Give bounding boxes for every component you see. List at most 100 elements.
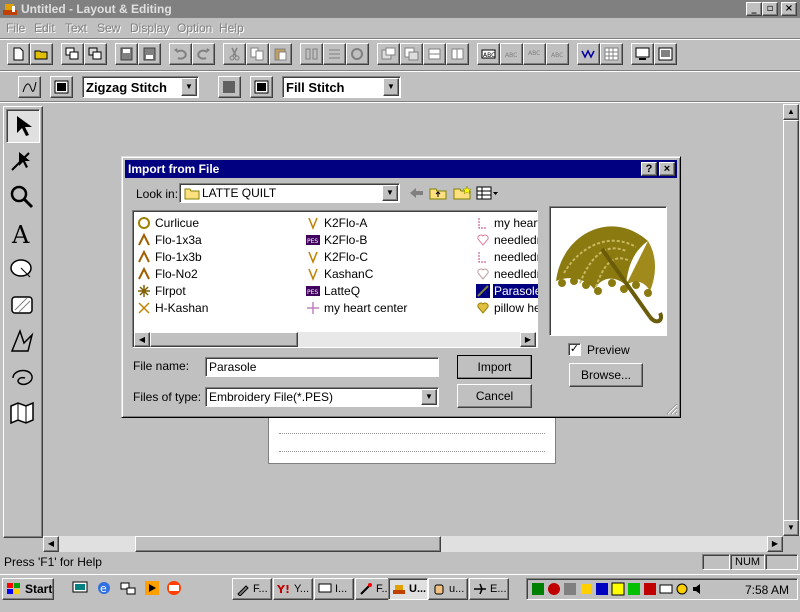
point-edit-tool[interactable] [6, 145, 40, 179]
text-abc-button-4[interactable]: ABC [546, 43, 569, 65]
scroll-down-button[interactable]: ▼ [783, 520, 799, 536]
new-folder-icon[interactable] [452, 185, 472, 201]
view-menu-icon[interactable] [476, 185, 500, 201]
menu-sew[interactable]: Sew [97, 21, 120, 35]
up-folder-icon[interactable] [428, 185, 448, 201]
task-button-5-active[interactable]: U... [388, 578, 428, 600]
dialog-title-bar[interactable]: Import from File ? × [125, 160, 677, 178]
network-icon[interactable] [120, 580, 136, 596]
tray-icon[interactable] [595, 582, 609, 596]
tray-icon[interactable] [643, 582, 657, 596]
app-title-bar[interactable]: Untitled - Layout & Editing _ ▫ × [0, 0, 800, 18]
look-in-select[interactable]: LATTE QUILT ▼ [179, 183, 400, 203]
task-button-6[interactable]: u... [428, 578, 468, 600]
stitch-pattern-button[interactable] [577, 43, 600, 65]
scroll-up-button[interactable]: ▲ [783, 104, 799, 120]
list-item[interactable]: Flo-No2 [137, 266, 297, 283]
import-button[interactable]: Import [457, 355, 532, 379]
menu-text[interactable]: Text [65, 21, 87, 35]
tray-icon[interactable] [531, 582, 545, 596]
mirror-button[interactable] [300, 43, 323, 65]
back-arrow-icon[interactable] [406, 185, 426, 201]
scroll-thumb[interactable] [150, 332, 298, 347]
list-item[interactable]: H-Kashan [137, 300, 297, 317]
region-color-button[interactable] [250, 76, 273, 98]
list-item[interactable]: PES LatteQ [306, 283, 476, 300]
paste-layout-button[interactable] [84, 43, 107, 65]
zoom-tool[interactable] [6, 181, 40, 215]
task-button-1[interactable]: F... [232, 578, 272, 600]
speaker-icon[interactable] [691, 582, 705, 596]
print-button[interactable] [138, 43, 161, 65]
scroll-thumb[interactable] [783, 120, 799, 524]
design-page[interactable] [268, 417, 556, 464]
file-name-field[interactable]: Parasole [205, 357, 439, 377]
tray-icon[interactable] [659, 582, 673, 596]
line-color-button[interactable] [50, 76, 73, 98]
shape-tool[interactable] [6, 253, 40, 287]
menu-help[interactable]: Help [219, 21, 244, 35]
arrange-button-4[interactable] [446, 43, 469, 65]
list-item[interactable]: K2Flo-A [306, 215, 476, 232]
file-list-scrollbar[interactable]: ◀ ▶ [134, 332, 536, 347]
menu-file[interactable]: File [6, 21, 25, 35]
save-button[interactable] [115, 43, 138, 65]
minimize-button[interactable]: _ [746, 2, 762, 16]
media-player-icon[interactable] [144, 580, 160, 596]
horizontal-scrollbar[interactable]: ◀ ▶ [43, 536, 783, 552]
line-stitch-select[interactable]: Zigzag Stitch ▼ [82, 76, 199, 98]
list-item[interactable]: my heart [476, 215, 538, 232]
cut-button[interactable] [223, 43, 246, 65]
scroll-left-button[interactable]: ◀ [134, 332, 150, 347]
text-abc-button-3[interactable]: ABC [523, 43, 546, 65]
start-button[interactable]: Start [2, 578, 54, 600]
tray-icon[interactable] [563, 582, 577, 596]
list-item[interactable]: Flo-1x3b [137, 249, 297, 266]
cancel-button[interactable]: Cancel [457, 384, 532, 408]
flip-button[interactable] [323, 43, 346, 65]
rectangle-tool[interactable] [6, 289, 40, 323]
scroll-right-button[interactable]: ▶ [767, 536, 783, 552]
files-of-type-select[interactable]: Embroidery File(*.PES) ▼ [205, 387, 439, 407]
freehand-tool[interactable] [6, 361, 40, 395]
task-button-2[interactable]: Y! Y... [273, 578, 313, 600]
vertical-scrollbar[interactable]: ▲ ▼ [783, 104, 800, 536]
map-tool[interactable] [6, 397, 40, 431]
arrange-button-3[interactable] [423, 43, 446, 65]
menu-edit[interactable]: Edit [34, 21, 55, 35]
chevron-down-icon[interactable]: ▼ [421, 389, 437, 405]
outline-tool[interactable] [6, 325, 40, 359]
scroll-right-button[interactable]: ▶ [520, 332, 536, 347]
close-button[interactable]: × [781, 2, 797, 16]
dialog-close-button[interactable]: × [659, 162, 675, 176]
rotate-button[interactable] [346, 43, 369, 65]
file-list[interactable]: Curlicue Flo-1x3a Flo-1x3b Flo-No2 Flrpo… [132, 210, 538, 348]
list-item-selected[interactable]: Parasole [476, 283, 538, 300]
task-button-3[interactable]: I... [314, 578, 354, 600]
task-button-7[interactable]: E... [469, 578, 509, 600]
menu-display[interactable]: Display [130, 21, 169, 35]
line-stitch-toggle[interactable] [18, 76, 41, 98]
list-item[interactable]: my heart center [306, 300, 476, 317]
design-center-button[interactable] [654, 43, 677, 65]
preview-checkbox[interactable]: ✓ [568, 343, 581, 356]
scroll-thumb[interactable] [135, 536, 441, 552]
tray-icon[interactable] [579, 582, 593, 596]
list-item[interactable]: PES K2Flo-B [306, 232, 476, 249]
chevron-down-icon[interactable]: ▼ [382, 185, 398, 201]
paste-button[interactable] [269, 43, 292, 65]
list-item[interactable]: needledre [476, 232, 538, 249]
browser-icon[interactable]: e [96, 580, 112, 596]
resize-grip-icon[interactable] [666, 403, 678, 415]
arrange-button-1[interactable] [377, 43, 400, 65]
sew-simulator-button[interactable] [631, 43, 654, 65]
copy-button[interactable] [246, 43, 269, 65]
arrange-button-2[interactable] [400, 43, 423, 65]
region-stitch-toggle[interactable] [218, 76, 241, 98]
mail-icon[interactable] [166, 580, 182, 596]
grid-button[interactable] [600, 43, 623, 65]
maximize-button[interactable]: ▫ [762, 2, 778, 16]
list-item[interactable]: pillow hea [476, 300, 538, 317]
list-item[interactable]: needledre [476, 249, 538, 266]
list-item[interactable]: Flrpot [137, 283, 297, 300]
